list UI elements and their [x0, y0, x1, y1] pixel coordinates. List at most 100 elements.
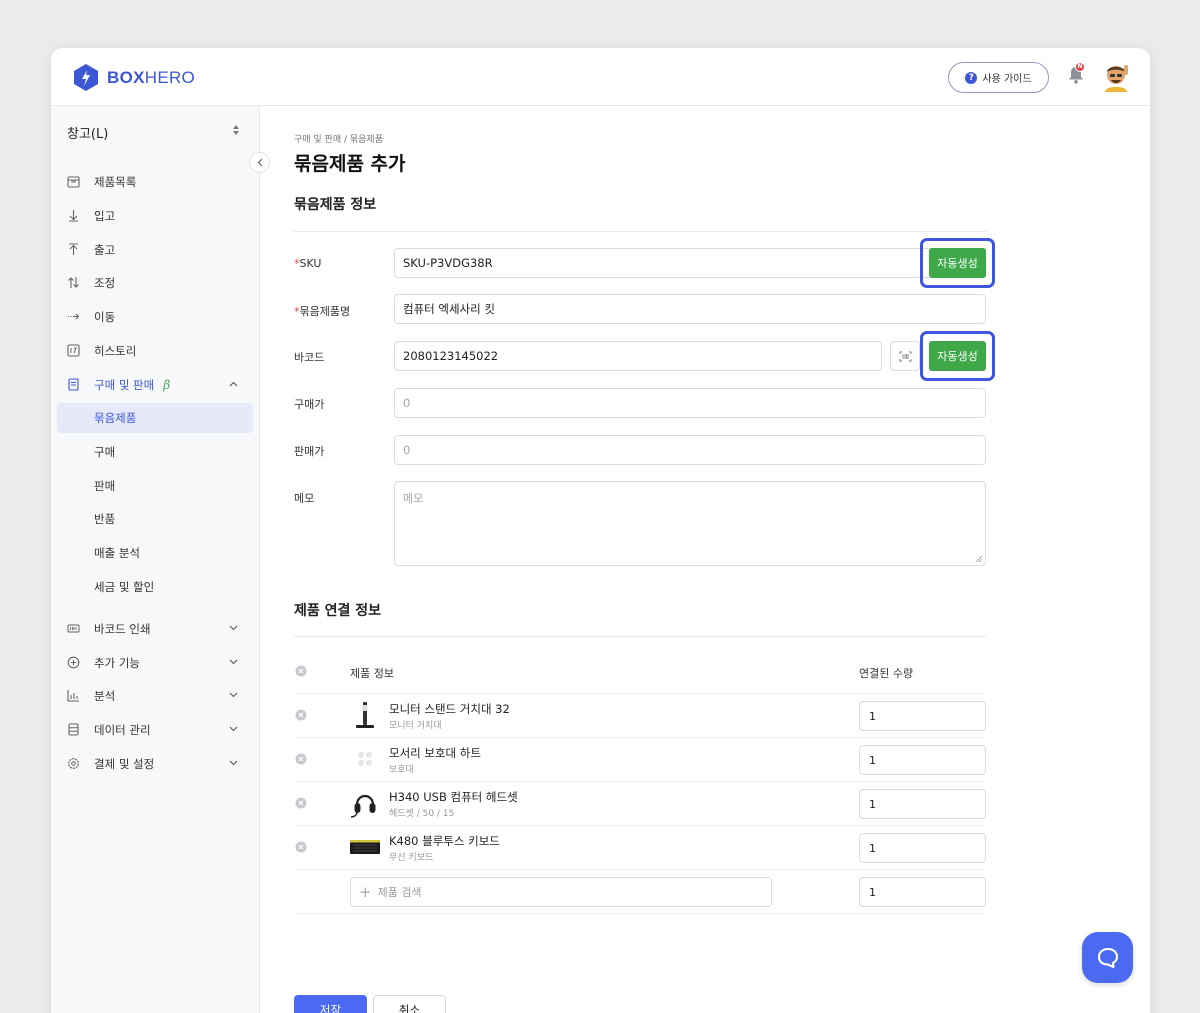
chevron-down-icon	[229, 726, 238, 732]
product-search-input[interactable]: + 제품 검색	[350, 877, 772, 907]
arrow-down-icon	[69, 210, 78, 222]
table-divider	[294, 693, 986, 694]
sidebar-item-move[interactable]: 이동	[57, 302, 253, 332]
memo-label: 메모	[294, 492, 315, 505]
sku-label: *SKU	[294, 257, 322, 270]
sidebar-item-history[interactable]: 히스토리	[57, 336, 253, 366]
sku-input[interactable]: SKU-P3VDG38R	[394, 248, 986, 278]
corner-guard-thumbnail	[358, 752, 372, 766]
product-name: 모서리 보호대 하트	[389, 746, 481, 760]
remove-row-icon[interactable]	[295, 753, 307, 765]
boxhero-logo-icon	[74, 64, 98, 91]
col-product-info: 제품 정보	[350, 667, 394, 680]
sale-price-label: 판매가	[294, 445, 325, 458]
remove-all-icon[interactable]	[295, 665, 307, 677]
swap-vertical-icon	[68, 277, 79, 288]
qty-input[interactable]: 1	[859, 701, 986, 731]
remove-row-icon[interactable]	[295, 797, 307, 809]
sidebar-item-analytics[interactable]: 분석	[57, 681, 253, 711]
chevron-down-icon	[229, 625, 238, 631]
product-name: 모니터 스탠드 거치대 32	[389, 702, 510, 716]
sidebar-item-tax-discount[interactable]: 세금 및 할인	[57, 572, 253, 602]
sidebar-item-addons[interactable]: 추가 기능	[57, 648, 253, 678]
sidebar-item-purchase[interactable]: 구매	[57, 437, 253, 467]
product-category: 헤드셋 / 50 / 15	[389, 809, 455, 819]
chevron-up-icon	[229, 381, 238, 387]
logo-text: BOXHERO	[107, 67, 196, 87]
sku-auto-generate-highlight: 자동생성	[920, 238, 995, 288]
table-row-divider	[294, 869, 986, 870]
sidebar-item-purchase-sales[interactable]: 구매 및 판매 β	[57, 370, 253, 400]
sidebar-collapse-button[interactable]	[249, 152, 270, 173]
user-guide-label: 사용 가이드	[982, 74, 1032, 85]
logo[interactable]: BOXHERO	[73, 63, 195, 92]
remove-row-icon[interactable]	[295, 841, 307, 853]
sidebar-item-sales[interactable]: 판매	[57, 471, 253, 501]
sidebar-item-billing-settings[interactable]: 결제 및 설정	[57, 749, 253, 779]
chevron-down-icon	[229, 760, 238, 766]
col-linked-qty: 연결된 수량	[859, 667, 914, 680]
sidebar-item-stock-out[interactable]: 출고	[57, 235, 253, 265]
memo-placeholder: 메모	[403, 492, 424, 505]
bar-chart-icon	[67, 690, 79, 702]
product-category: 모니터 거치대	[389, 721, 442, 731]
sidebar-item-returns[interactable]: 반품	[57, 504, 253, 534]
plus-icon: +	[359, 882, 372, 901]
barcode-input[interactable]: 2080123145022	[394, 341, 882, 371]
chat-bubble-icon	[1097, 947, 1118, 968]
chat-support-button[interactable]	[1082, 932, 1133, 983]
barcode-auto-generate-button[interactable]: 자동생성	[929, 341, 986, 371]
save-button[interactable]: 저장	[294, 995, 367, 1013]
sidebar-item-sales-analysis[interactable]: 매출 분석	[57, 538, 253, 568]
purchase-price-input[interactable]: 0	[394, 388, 986, 418]
sale-price-input[interactable]: 0	[394, 435, 986, 465]
cancel-button[interactable]: 취소	[373, 995, 446, 1013]
barcode-scan-icon	[899, 351, 911, 361]
table-row-divider	[294, 737, 986, 738]
barcode-auto-generate-highlight: 자동생성	[920, 331, 995, 381]
sidebar-item-adjust[interactable]: 조정	[57, 268, 253, 298]
document-icon	[68, 378, 79, 391]
monitor-stand-thumbnail	[356, 702, 374, 728]
bundle-info-section-title: 묶음제품 정보	[294, 197, 377, 213]
sort-toggle-icon[interactable]	[231, 123, 241, 137]
user-guide-button[interactable]: ? 사용 가이드	[948, 62, 1049, 93]
breadcrumb: 구매 및 판매 / 묶음제품	[294, 135, 383, 145]
chevron-down-icon	[229, 659, 238, 665]
qty-input[interactable]: 1	[859, 833, 986, 863]
sidebar-item-bundles[interactable]: 묶음제품	[57, 403, 253, 433]
warehouse-selector[interactable]: 창고(L)	[67, 123, 108, 142]
memo-textarea[interactable]: 메모	[394, 481, 986, 566]
sidebar-item-barcode-print[interactable]: 바코드 인쇄	[57, 614, 253, 644]
product-link-section-title: 제품 연결 정보	[294, 603, 382, 619]
notification-badge: N	[1075, 62, 1085, 72]
table-row-divider	[294, 825, 986, 826]
resize-grip-icon[interactable]	[975, 555, 983, 563]
table-divider	[294, 913, 986, 914]
sku-auto-generate-button[interactable]: 자동생성	[929, 248, 986, 278]
sidebar-item-stock-in[interactable]: 입고	[57, 201, 253, 231]
divider	[294, 636, 986, 637]
bundle-name-input[interactable]: 컴퓨터 엑세사리 킷	[394, 294, 986, 324]
box-icon	[67, 176, 80, 188]
question-circle-icon: ?	[965, 71, 978, 84]
barcode-scan-button[interactable]	[890, 341, 920, 371]
gear-icon	[68, 758, 79, 769]
product-search-placeholder: 제품 검색	[377, 886, 422, 899]
sidebar-item-products[interactable]: 제품목록	[57, 167, 253, 197]
top-bar: BOXHERO ? 사용 가이드 N	[51, 48, 1150, 106]
sidebar-item-data-management[interactable]: 데이터 관리	[57, 715, 253, 745]
avatar[interactable]	[1102, 62, 1130, 92]
product-category: 보호대	[389, 765, 414, 775]
new-qty-input[interactable]: 1	[859, 877, 986, 907]
barcode-label: 바코드	[294, 351, 325, 364]
beta-badge: β	[163, 378, 171, 392]
qty-input[interactable]: 1	[859, 789, 986, 819]
remove-row-icon[interactable]	[295, 709, 307, 721]
history-icon	[67, 344, 80, 357]
chevron-down-icon	[229, 692, 238, 698]
qty-input[interactable]: 1	[859, 745, 986, 775]
app-window: BOXHERO ? 사용 가이드 N 창고(L) 제품목록 입고 출고 조정 이…	[51, 48, 1150, 1013]
headset-thumbnail	[350, 794, 376, 818]
arrow-up-icon	[69, 243, 78, 255]
